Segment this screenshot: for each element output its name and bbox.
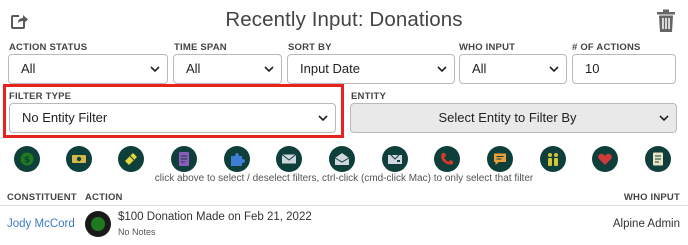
time-span-value: All bbox=[186, 61, 201, 76]
filter-type-label: FILTER TYPE bbox=[9, 91, 72, 102]
constituent-link[interactable]: Jody McCord bbox=[7, 218, 75, 230]
heart-book-icon[interactable] bbox=[592, 146, 618, 172]
filter-type-select[interactable]: No Entity Filter bbox=[9, 103, 336, 133]
chevron-down-icon bbox=[659, 115, 669, 122]
action-status-label: ACTION STATUS bbox=[9, 42, 88, 53]
who-input-select[interactable]: All bbox=[459, 54, 567, 84]
sort-by-value: Input Date bbox=[300, 61, 360, 76]
cash-icon[interactable] bbox=[66, 146, 92, 172]
col-who-input: WHO INPUT bbox=[623, 192, 680, 203]
entity-select[interactable]: Select Entity to Filter By bbox=[350, 103, 677, 133]
puzzle-icon[interactable] bbox=[224, 146, 250, 172]
chevron-down-icon bbox=[549, 66, 559, 73]
envelope-icon[interactable] bbox=[276, 146, 302, 172]
time-span-select[interactable]: All bbox=[173, 54, 282, 84]
page-title: Recently Input: Donations bbox=[225, 8, 463, 31]
chevron-down-icon bbox=[264, 66, 274, 73]
chevron-down-icon bbox=[150, 66, 160, 73]
time-span-label: TIME SPAN bbox=[174, 42, 227, 53]
who-input-value: Alpine Admin bbox=[612, 218, 680, 230]
num-actions-label: # OF ACTIONS bbox=[572, 42, 641, 53]
chevron-down-icon bbox=[318, 115, 328, 122]
people-icon[interactable] bbox=[540, 146, 566, 172]
title-row: Recently Input: Donations bbox=[0, 0, 688, 40]
table-divider bbox=[0, 205, 688, 206]
sort-by-label: SORT BY bbox=[288, 42, 332, 53]
donation-icon bbox=[85, 211, 111, 237]
filter-hint: click above to select / deselect filters… bbox=[154, 173, 534, 184]
action-title[interactable]: $100 Donation Made on Feb 21, 2022 bbox=[118, 211, 312, 223]
ticket-icon[interactable] bbox=[118, 146, 144, 172]
mail-tray-icon[interactable] bbox=[382, 146, 408, 172]
action-status-select[interactable]: All bbox=[8, 54, 168, 84]
open-envelope-icon[interactable] bbox=[329, 146, 355, 172]
trash-icon[interactable] bbox=[656, 9, 676, 33]
note-icon[interactable] bbox=[645, 146, 671, 172]
action-type-filters: $ bbox=[0, 146, 688, 172]
phone-icon[interactable] bbox=[434, 146, 460, 172]
action-notes: No Notes bbox=[118, 227, 156, 237]
chat-icon[interactable] bbox=[487, 146, 513, 172]
donation-icon[interactable]: $ bbox=[14, 146, 40, 172]
col-constituent: CONSTITUENT bbox=[7, 192, 77, 203]
document-purple-icon[interactable] bbox=[171, 146, 197, 172]
filter-type-value: No Entity Filter bbox=[22, 110, 108, 125]
who-input-label: WHO INPUT bbox=[459, 42, 516, 53]
entity-label: ENTITY bbox=[351, 91, 386, 102]
chevron-down-icon bbox=[437, 66, 447, 73]
action-status-value: All bbox=[21, 61, 36, 76]
svg-text:$: $ bbox=[24, 156, 30, 166]
entity-value: Select Entity to Filter By bbox=[438, 110, 577, 125]
col-action: ACTION bbox=[85, 192, 123, 203]
num-actions-input[interactable]: 10 bbox=[572, 54, 676, 84]
who-input-value: All bbox=[472, 61, 487, 76]
sort-by-select[interactable]: Input Date bbox=[287, 54, 455, 84]
